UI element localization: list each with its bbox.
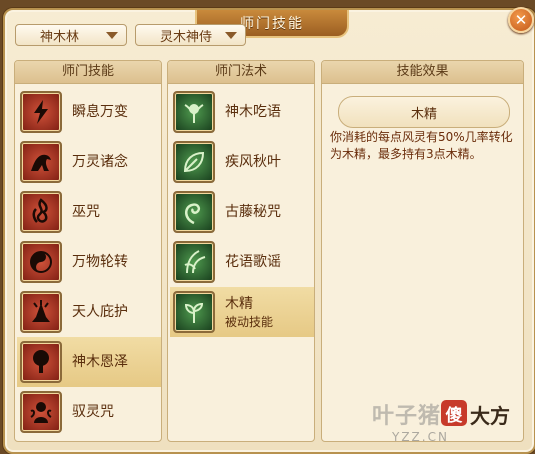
effect-panel-header: 技能效果 bbox=[322, 61, 523, 84]
tree-icon bbox=[20, 341, 62, 383]
leaf-icon bbox=[173, 141, 215, 183]
skill-row[interactable]: 万灵诸念 bbox=[17, 137, 161, 187]
spell-row[interactable]: 神木吃语 bbox=[170, 87, 314, 137]
sprout-icon bbox=[173, 291, 215, 333]
spell-row[interactable]: 古藤秘咒 bbox=[170, 187, 314, 237]
sect-dropdown-value: 神木林 bbox=[40, 29, 80, 45]
job-dropdown-value: 灵木神侍 bbox=[160, 29, 213, 45]
spell-label: 花语歌谣 bbox=[225, 254, 281, 270]
spells-panel: 师门法术 神木吃语 疾风秋叶 古藤秘咒 花语歌谣 木精 被动技能 bbox=[167, 60, 315, 442]
watermark-url: YZZ.CN bbox=[392, 430, 449, 444]
skill-row[interactable]: 瞬息万变 bbox=[17, 87, 161, 137]
spell-sublabel: 被动技能 bbox=[225, 314, 274, 329]
spell-row[interactable]: 疾风秋叶 bbox=[170, 137, 314, 187]
watermark-dafang: 大方 bbox=[470, 404, 510, 428]
skill-row[interactable]: 天人庇护 bbox=[17, 287, 161, 337]
skills-panel: 师门技能 瞬息万变 万灵诸念 巫咒 万物轮转 天人庇护 神木恩泽 驭灵咒 bbox=[14, 60, 162, 442]
chevron-down-icon bbox=[106, 32, 118, 39]
spell-label: 疾风秋叶 bbox=[225, 154, 281, 170]
beast-icon bbox=[20, 141, 62, 183]
spell-row-selected[interactable]: 木精 被动技能 bbox=[170, 287, 314, 337]
chevron-down-icon bbox=[225, 32, 237, 39]
spells-panel-header: 师门法术 bbox=[168, 61, 314, 84]
skill-label: 驭灵咒 bbox=[72, 404, 114, 420]
watermark-text: 叶子猪 bbox=[372, 404, 442, 429]
close-icon: ✕ bbox=[514, 11, 528, 29]
effect-name: 木精 bbox=[338, 96, 510, 128]
skill-row[interactable]: 巫咒 bbox=[17, 187, 161, 237]
job-dropdown[interactable]: 灵木神侍 bbox=[135, 24, 246, 46]
watermark-badge: 傻 bbox=[441, 400, 467, 426]
spell-label: 神木吃语 bbox=[225, 104, 281, 120]
skill-label: 万物轮转 bbox=[72, 254, 128, 270]
flame-icon bbox=[20, 191, 62, 233]
spell-label: 木精 bbox=[225, 295, 253, 312]
sect-dropdown[interactable]: 神木林 bbox=[15, 24, 127, 46]
skill-label: 巫咒 bbox=[72, 204, 100, 220]
skill-label: 天人庇护 bbox=[72, 304, 128, 320]
skill-row[interactable]: 万物轮转 bbox=[17, 237, 161, 287]
skill-label: 万灵诸念 bbox=[72, 154, 128, 170]
sprite-icon bbox=[173, 91, 215, 133]
praying-hands-icon bbox=[20, 291, 62, 333]
skill-label: 瞬息万变 bbox=[72, 104, 128, 120]
skills-panel-header: 师门技能 bbox=[15, 61, 161, 84]
skill-label: 神木恩泽 bbox=[72, 354, 128, 370]
lightning-icon bbox=[20, 91, 62, 133]
skill-row[interactable]: 驭灵咒 bbox=[17, 387, 161, 437]
skill-row-selected[interactable]: 神木恩泽 bbox=[17, 337, 161, 387]
spell-row[interactable]: 花语歌谣 bbox=[170, 237, 314, 287]
spell-label: 古藤秘咒 bbox=[225, 204, 281, 220]
spirit-icon bbox=[20, 391, 62, 433]
taiji-icon bbox=[20, 241, 62, 283]
grass-icon bbox=[173, 241, 215, 283]
effect-description: 你消耗的每点风灵有50%几率转化为木精，最多持有3点木精。 bbox=[330, 130, 513, 161]
effect-panel: 技能效果 木精 你消耗的每点风灵有50%几率转化为木精，最多持有3点木精。 bbox=[321, 60, 524, 442]
vine-icon bbox=[173, 191, 215, 233]
close-button[interactable]: ✕ bbox=[508, 7, 534, 33]
